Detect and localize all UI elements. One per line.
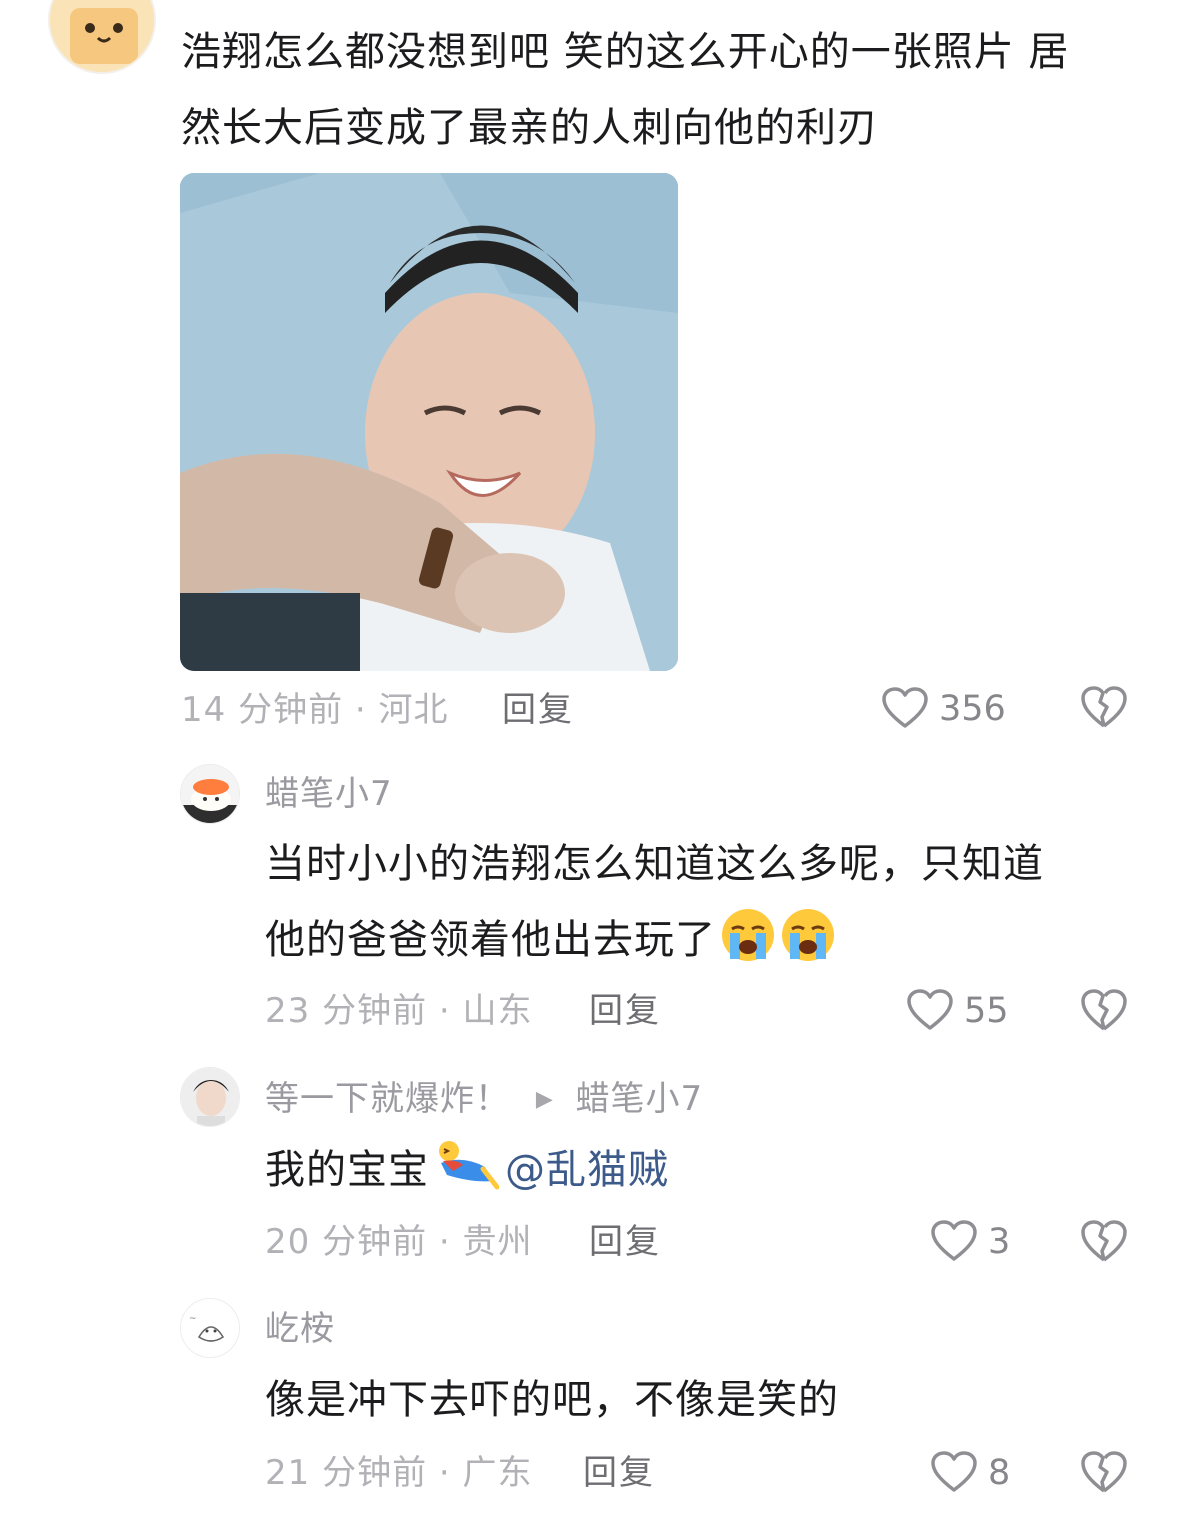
- comment-text-line1: 浩翔怎么都没想到吧 笑的这么开心的一张照片 居: [181, 29, 1070, 75]
- commenter-avatar[interactable]: [48, 0, 156, 74]
- reply-button[interactable]: 回复: [589, 1222, 661, 1262]
- reply-button[interactable]: 回复: [583, 1453, 655, 1493]
- like-count: 3: [988, 1222, 1011, 1262]
- lying-down-sticker-icon: [439, 1141, 499, 1190]
- heart-icon[interactable]: [881, 686, 929, 730]
- broken-heart-icon[interactable]: [1080, 987, 1128, 1033]
- comment-meta: 14 分钟前 · 河北: [181, 690, 449, 730]
- reply-meta: 20 分钟前 · 贵州: [265, 1222, 533, 1262]
- heart-icon[interactable]: [930, 1450, 978, 1494]
- reply-avatar[interactable]: [180, 1067, 240, 1127]
- reply-to-arrow-icon: ▶: [535, 1087, 554, 1112]
- reply-username[interactable]: 蜡笔小7: [265, 774, 393, 814]
- like-count: 55: [964, 991, 1009, 1031]
- reply-text: 我的宝宝 @乱猫贼: [265, 1132, 669, 1208]
- like-count: 8: [988, 1453, 1011, 1493]
- reply-username[interactable]: 等一下就爆炸！ ▶ 蜡笔小7: [265, 1079, 703, 1120]
- mention-link[interactable]: @乱猫贼: [505, 1147, 669, 1193]
- reply-button[interactable]: 回复: [502, 690, 574, 730]
- crying-emoji-icon: [722, 909, 774, 961]
- heart-icon[interactable]: [906, 988, 954, 1032]
- heart-icon[interactable]: [930, 1219, 978, 1263]
- broken-heart-icon[interactable]: [1080, 684, 1128, 730]
- svg-text:~: ~: [189, 1314, 197, 1324]
- comment-text-line2: 然长大后变成了最亲的人刺向他的利刃: [181, 105, 878, 151]
- reply-avatar[interactable]: [180, 764, 240, 824]
- broken-heart-icon[interactable]: [1080, 1449, 1128, 1495]
- crying-emoji-icon: [782, 909, 834, 961]
- like-count: 356: [939, 689, 1006, 729]
- reply-username[interactable]: 屹桉: [265, 1309, 335, 1349]
- broken-heart-icon[interactable]: [1080, 1218, 1128, 1264]
- reply-meta: 21 分钟前 · 广东: [265, 1453, 533, 1493]
- reply-text: 像是冲下去吓的吧，不像是笑的: [265, 1377, 839, 1423]
- reply-button[interactable]: 回复: [589, 991, 661, 1031]
- reply-to-username[interactable]: 蜡笔小7: [576, 1079, 704, 1119]
- reply-avatar[interactable]: ~: [180, 1298, 240, 1358]
- reply-text-line2: 他的爸爸领着他出去玩了: [265, 902, 836, 978]
- reply-text-line1: 当时小小的浩翔怎么知道这么多呢，只知道: [265, 841, 1044, 887]
- reply-meta: 23 分钟前 · 山东: [265, 991, 533, 1031]
- comment-photo[interactable]: [180, 173, 678, 671]
